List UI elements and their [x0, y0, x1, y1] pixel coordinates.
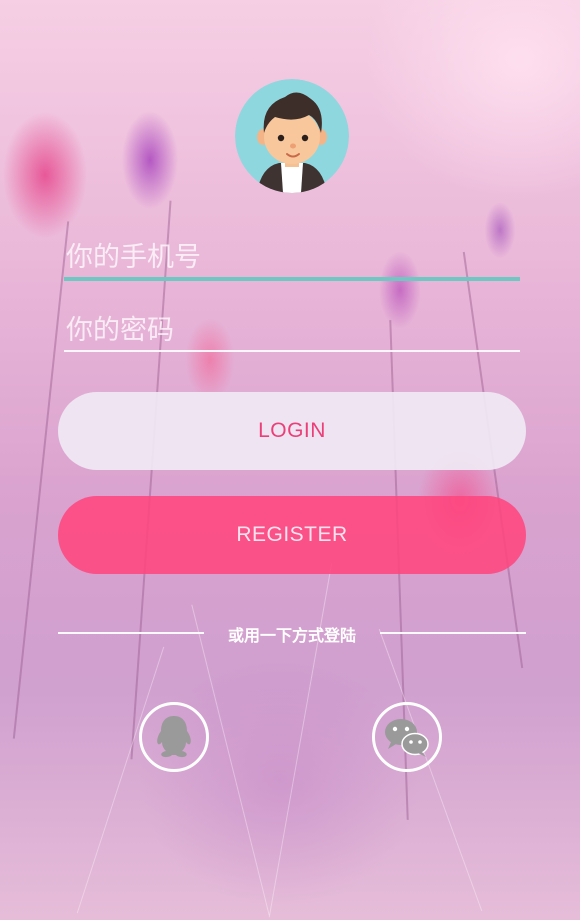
- bg-flower-stem: [130, 200, 172, 760]
- avatar-boy-icon: [235, 79, 349, 193]
- bg-grass: [378, 628, 483, 912]
- register-button[interactable]: REGISTER: [58, 496, 526, 574]
- qq-icon: [157, 716, 191, 758]
- password-field: [64, 310, 520, 352]
- wechat-login-button[interactable]: [372, 702, 442, 772]
- wechat-icon: [385, 719, 429, 757]
- user-avatar: [235, 79, 349, 193]
- phone-field: [64, 237, 520, 281]
- phone-input[interactable]: [64, 237, 520, 277]
- password-input-underline: [64, 350, 520, 352]
- bg-grass: [191, 604, 270, 916]
- alt-login-divider-text: 或用一下方式登陆: [227, 626, 356, 645]
- bg-grass: [268, 562, 333, 918]
- divider-line-left: [58, 632, 204, 634]
- password-input[interactable]: [64, 310, 520, 350]
- login-button[interactable]: LOGIN: [58, 392, 526, 470]
- phone-input-underline-active: [64, 277, 520, 281]
- qq-login-button[interactable]: [139, 702, 209, 772]
- login-screen: LOGIN REGISTER 或用一下方式登陆: [0, 0, 580, 920]
- bg-flower-stem: [12, 221, 70, 739]
- bg-grass: [76, 646, 165, 914]
- divider-line-right: [380, 632, 526, 634]
